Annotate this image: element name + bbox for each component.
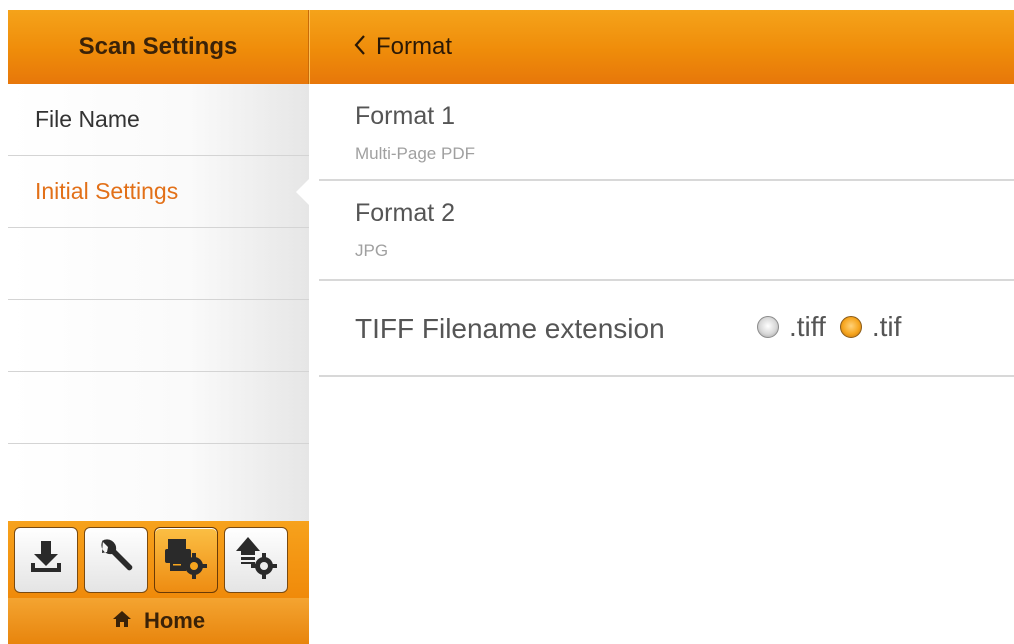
back-button[interactable]: Format [352, 33, 452, 62]
sidebar-item-empty-1 [8, 228, 309, 300]
sidebar-item-initial-settings[interactable]: Initial Settings [8, 156, 310, 228]
sidebar-item-label: Initial Settings [35, 178, 179, 204]
tools-button[interactable] [84, 526, 148, 593]
home-button[interactable]: Home [8, 598, 309, 644]
setting-value: Multi-Page PDF [355, 144, 475, 163]
setting-title: Format 1 [355, 102, 456, 130]
upload-settings-button[interactable] [224, 526, 288, 593]
download-icon [26, 537, 66, 582]
sidebar-title: Scan Settings [78, 33, 238, 60]
tiff-extension-radio-group: .tiff .tif [757, 311, 901, 343]
sidebar-item-empty-2 [8, 300, 309, 372]
app-window: Scan Settings File Name Initial Settings [0, 0, 1014, 644]
radio-tiff-label[interactable]: .tiff [789, 311, 826, 343]
sidebar-item-empty-3 [8, 372, 309, 444]
sidebar-item-label: File Name [35, 106, 140, 132]
sidebar-item-file-name[interactable]: File Name [8, 84, 309, 156]
bottom-toolbar [8, 521, 309, 598]
setting-format-1[interactable]: Format 1 Multi-Page PDF [319, 84, 1014, 181]
wrench-icon [94, 535, 138, 584]
setting-value: JPG [355, 241, 389, 260]
scanner-settings-icon [162, 533, 210, 586]
radio-tif-label[interactable]: .tif [872, 311, 902, 343]
main-header: Format [309, 10, 1014, 84]
settings-list: Format 1 Multi-Page PDF Format 2 JPG TIF… [319, 84, 1014, 377]
chevron-left-icon [352, 33, 376, 62]
radio-tiff[interactable] [757, 316, 779, 338]
radio-tif[interactable] [839, 316, 862, 338]
scanner-settings-button[interactable] [154, 526, 218, 593]
sidebar: Scan Settings File Name Initial Settings [8, 10, 310, 644]
setting-tiff-extension: TIFF Filename extension .tiff .tif [319, 281, 1014, 377]
active-item-pointer [296, 178, 310, 206]
page-title: Format [376, 33, 453, 60]
upload-settings-icon [232, 533, 280, 586]
download-button[interactable] [14, 526, 78, 593]
home-icon [112, 610, 132, 633]
setting-format-2[interactable]: Format 2 JPG [319, 181, 1014, 281]
main-panel: Format Format 1 Multi-Page PDF Format 2 … [309, 10, 1014, 644]
sidebar-list: File Name Initial Settings [8, 84, 310, 521]
setting-title: Format 2 [355, 199, 456, 227]
home-label: Home [143, 608, 206, 633]
sidebar-header: Scan Settings [8, 10, 309, 84]
tiff-extension-label: TIFF Filename extension [355, 313, 665, 344]
